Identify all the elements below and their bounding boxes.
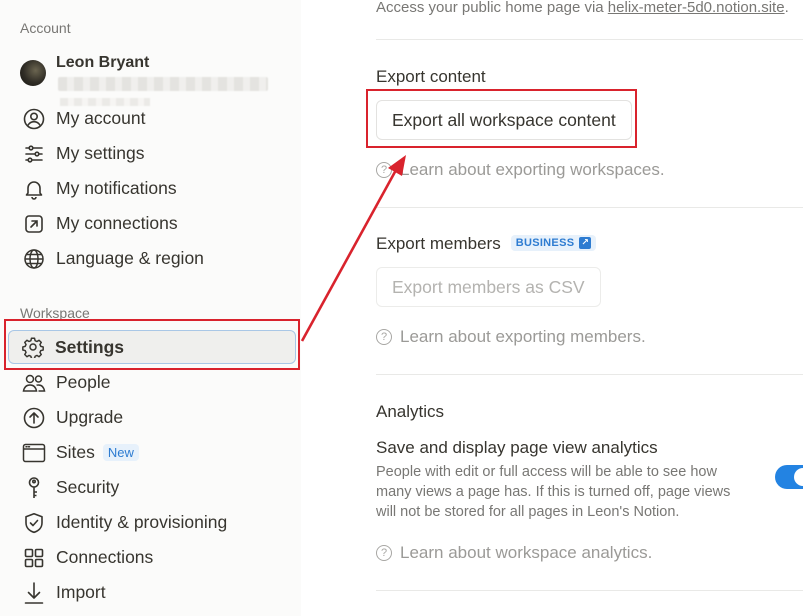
sidebar-item-label: My settings <box>56 143 145 163</box>
export-members-heading: Export members BUSINESS ↗ <box>376 234 597 254</box>
avatar <box>20 60 46 86</box>
export-workspaces-help-link[interactable]: ? Learn about exporting workspaces. <box>376 160 665 180</box>
sidebar-item-label: Settings <box>55 336 125 357</box>
new-badge: New <box>102 444 139 461</box>
user-email-redacted <box>58 77 268 91</box>
export-members-help-link[interactable]: ? Learn about exporting members. <box>376 327 646 347</box>
page-view-analytics-toggle[interactable] <box>775 465 803 489</box>
sidebar-item-my-settings[interactable]: My settings <box>10 137 292 170</box>
export-members-csv-button[interactable]: Export members as CSV <box>376 267 601 307</box>
help-text: Learn about workspace analytics. <box>400 543 653 562</box>
export-workspace-content-button[interactable]: Export all workspace content <box>376 100 632 140</box>
divider <box>376 207 803 208</box>
sidebar-item-identity-provisioning[interactable]: Identity & provisioning <box>10 506 292 539</box>
divider <box>376 39 803 40</box>
settings-sidebar: Account Leon Bryant My account My settin… <box>0 0 301 616</box>
sidebar-item-settings[interactable]: Settings <box>8 330 296 364</box>
sidebar-item-my-notifications[interactable]: My notifications <box>10 172 292 205</box>
export-content-heading: Export content <box>376 67 486 86</box>
sidebar-item-label: People <box>56 372 111 392</box>
sidebar-item-people[interactable]: People <box>10 366 292 399</box>
arrow-up-right-icon: ↗ <box>579 236 592 249</box>
people-icon <box>22 371 46 395</box>
help-text: Learn about exporting members. <box>400 327 646 346</box>
help-icon: ? <box>376 329 392 345</box>
key-icon <box>22 476 46 500</box>
shield-check-icon <box>22 511 46 535</box>
sidebar-item-security[interactable]: Security <box>10 471 292 504</box>
business-plan-badge[interactable]: BUSINESS ↗ <box>510 234 597 251</box>
settings-main-panel: Access your public home page via helix-m… <box>301 0 803 616</box>
sidebar-item-label: Identity & provisioning <box>56 512 228 532</box>
user-profile: Leon Bryant <box>20 54 280 106</box>
arrow-up-circle-icon <box>22 406 46 430</box>
page-view-analytics-description: People with edit or full access will be … <box>376 464 731 520</box>
public-home-link[interactable]: helix-meter-5d0.notion.site <box>608 0 785 16</box>
sidebar-item-label: Language & region <box>56 248 204 268</box>
user-name: Leon Bryant <box>56 54 150 71</box>
download-arrow-icon <box>22 581 46 605</box>
sidebar-item-label: Sites <box>56 442 95 462</box>
globe-icon <box>22 247 46 271</box>
sidebar-item-upgrade[interactable]: Upgrade <box>10 401 292 434</box>
external-link-icon <box>22 212 46 236</box>
sidebar-item-label: My notifications <box>56 178 177 198</box>
settings-window: Account Leon Bryant My account My settin… <box>0 0 803 616</box>
bell-icon <box>22 177 46 201</box>
public-home-prefix: Access your public home page via <box>376 0 608 16</box>
sidebar-item-label: My connections <box>56 213 178 233</box>
sidebar-item-label: Connections <box>56 547 154 567</box>
help-icon: ? <box>376 545 392 561</box>
divider <box>376 590 803 591</box>
help-text: Learn about exporting workspaces. <box>400 160 665 179</box>
sidebar-item-label: Security <box>56 477 120 497</box>
page-view-analytics-title: Save and display page view analytics <box>376 438 658 457</box>
toggle-knob <box>794 468 803 486</box>
sidebar-item-sites[interactable]: Sites New <box>10 436 292 469</box>
divider <box>376 374 803 375</box>
public-home-text: Access your public home page via helix-m… <box>376 0 789 16</box>
gear-icon <box>21 335 45 359</box>
sidebar-item-my-account[interactable]: My account <box>10 102 292 135</box>
browser-window-icon <box>22 441 46 465</box>
workspace-section-label: Workspace <box>20 305 90 321</box>
sidebar-item-label: My account <box>56 108 146 128</box>
sidebar-item-label: Upgrade <box>56 407 124 427</box>
user-circle-icon <box>22 107 46 131</box>
grid-icon <box>22 546 46 570</box>
public-home-suffix: . <box>784 0 789 16</box>
sidebar-item-label: Import <box>56 582 106 602</box>
sliders-icon <box>22 142 46 166</box>
sidebar-item-my-connections[interactable]: My connections <box>10 207 292 240</box>
sidebar-item-import[interactable]: Import <box>10 576 292 609</box>
analytics-heading: Analytics <box>376 402 445 421</box>
business-badge-label: BUSINESS <box>515 236 575 249</box>
help-icon: ? <box>376 162 392 178</box>
sidebar-item-connections[interactable]: Connections <box>10 541 292 574</box>
account-section-label: Account <box>20 20 71 36</box>
export-members-title: Export members <box>376 234 501 253</box>
workspace-analytics-help-link[interactable]: ? Learn about workspace analytics. <box>376 543 652 563</box>
sidebar-item-language-region[interactable]: Language & region <box>10 242 292 275</box>
